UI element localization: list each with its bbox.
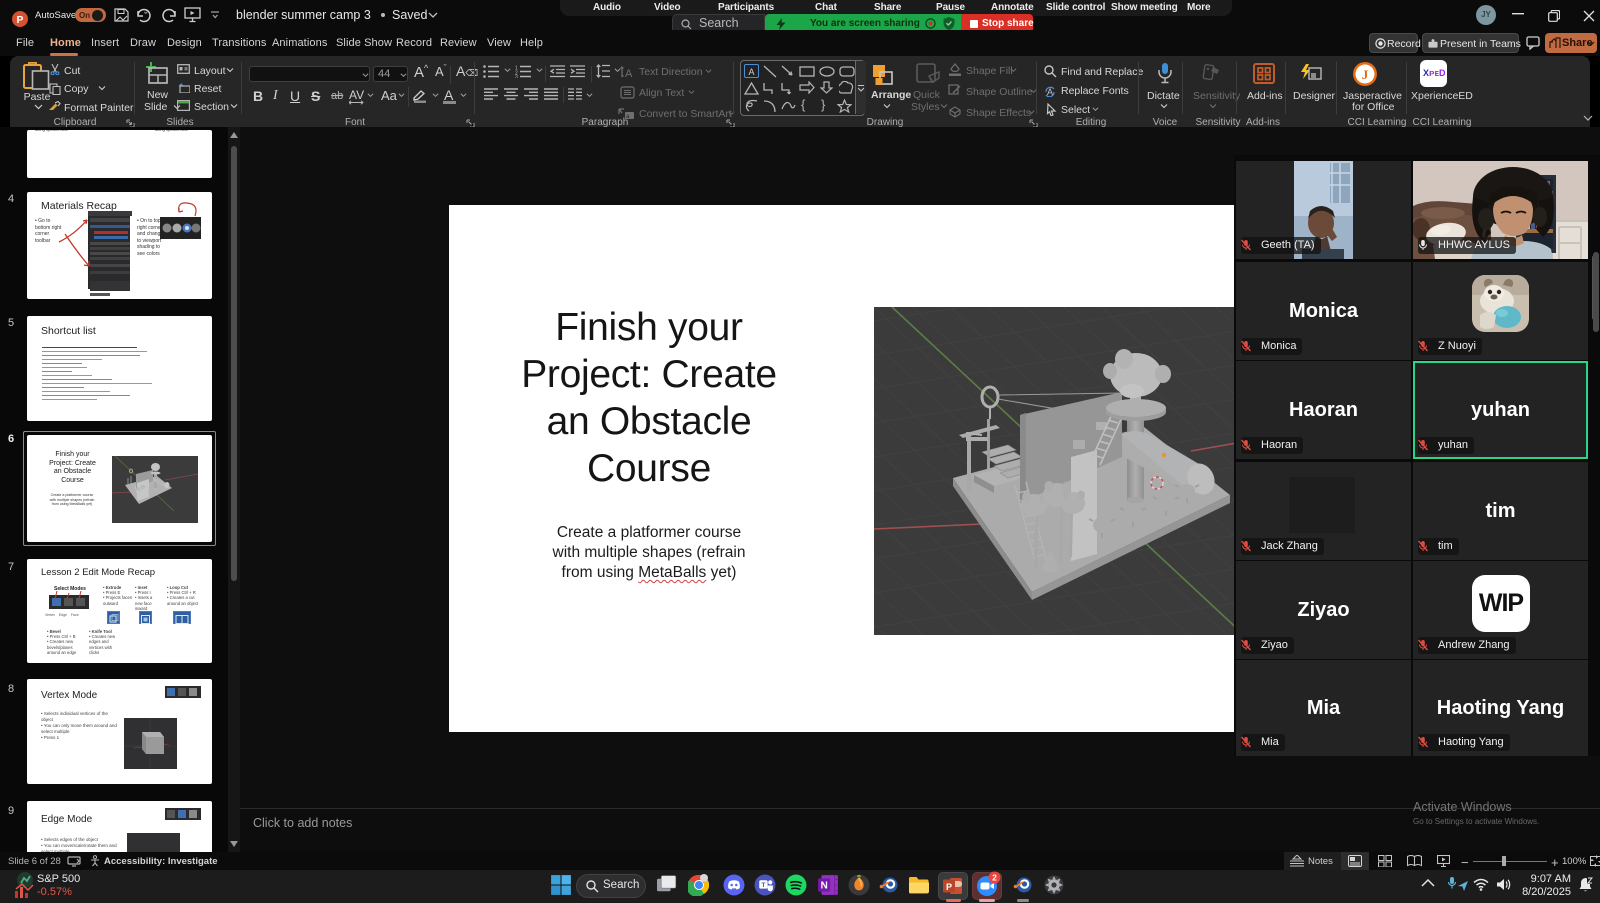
svg-text:A: A: [625, 68, 633, 79]
svg-text:P: P: [946, 882, 952, 892]
svg-text:2: 2: [992, 873, 997, 883]
svg-text:N: N: [821, 881, 828, 892]
svg-text:3: 3: [515, 75, 518, 79]
svg-text:A: A: [1047, 87, 1053, 97]
svg-text:P: P: [17, 15, 24, 26]
svg-text:J: J: [1362, 67, 1369, 82]
